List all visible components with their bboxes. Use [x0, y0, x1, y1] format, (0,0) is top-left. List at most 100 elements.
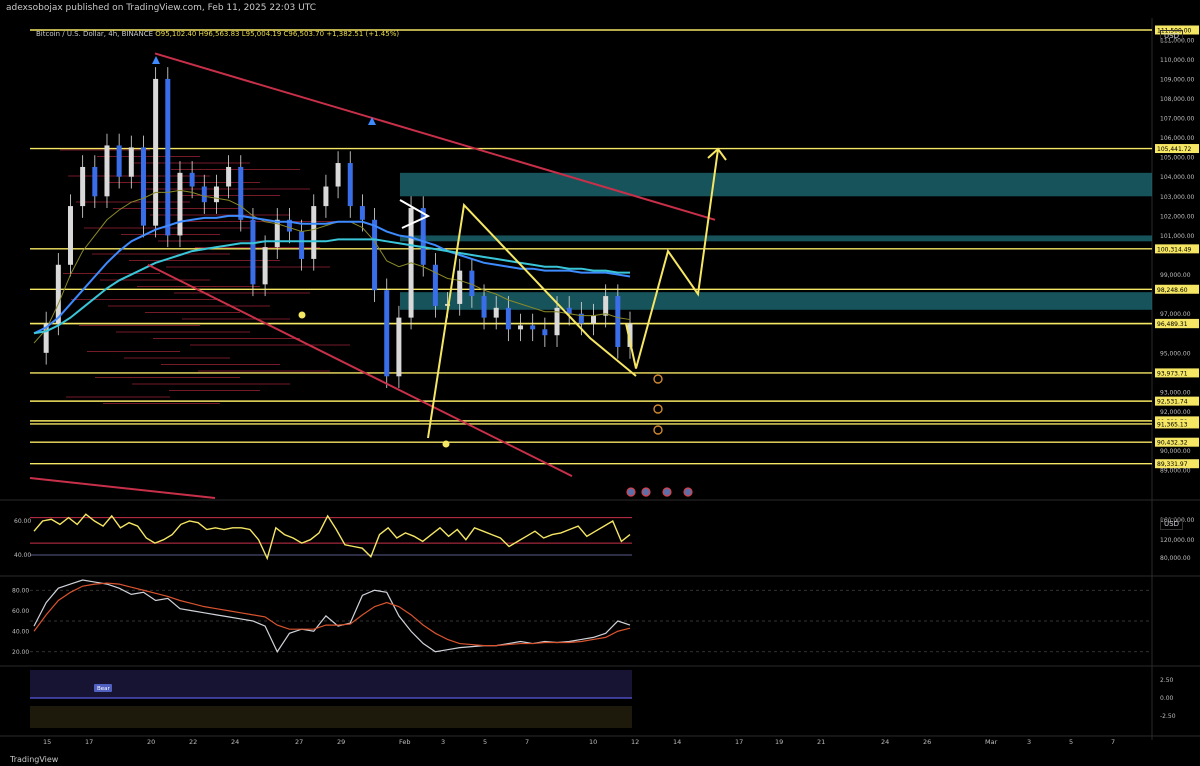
time-tick-17: 24 [881, 738, 889, 746]
level-label-7: 92,531.74 [1157, 399, 1188, 406]
peak-marker-triangle [152, 56, 160, 64]
currency-button-lower[interactable]: USD [1160, 518, 1183, 530]
time-tick-8: 3 [441, 738, 445, 746]
chart-frame[interactable]: 111,500.00 105,441.72 100,314.49 98,248.60 9… [0, 14, 1200, 754]
price-tick-13: 95,000.00 [1160, 350, 1191, 357]
candle [226, 166, 232, 187]
candle [189, 172, 195, 187]
time-tick-21: 5 [1069, 738, 1073, 746]
bear-label: Bear [97, 686, 111, 692]
change-value: +1,382.51 (+1.45%) [326, 30, 400, 38]
candle [384, 290, 390, 377]
candle [457, 270, 463, 304]
indicator1-left-tick-1: 40.00 [14, 552, 31, 559]
candle [92, 166, 98, 197]
time-tick-12: 12 [631, 738, 639, 746]
price-tick-15: 92,000.00 [1160, 409, 1191, 416]
price-tick-4: 107,000.00 [1160, 116, 1195, 123]
candle [104, 145, 110, 197]
level-label-3: 98,248.60 [1157, 287, 1188, 294]
candle [481, 296, 487, 318]
indicator2-tick-2: 40.00 [12, 628, 29, 635]
price-tick-17: 89,000.00 [1160, 468, 1191, 475]
candle [128, 147, 134, 177]
close-value: C96,503.70 [283, 30, 325, 38]
indicator2-line-0 [33, 579, 631, 653]
candle [615, 296, 621, 347]
candle [432, 264, 438, 306]
candle [603, 296, 609, 316]
time-tick-13: 14 [673, 738, 681, 746]
time-tick-20: 3 [1027, 738, 1031, 746]
event-icon-1 [641, 487, 651, 497]
trendline-lower-left [29, 477, 216, 499]
target-circle-1 [653, 404, 663, 414]
time-tick-22: 7 [1111, 738, 1115, 746]
time-tick-11: 10 [589, 738, 597, 746]
level-label-2: 100,314.49 [1157, 246, 1192, 253]
price-tick-1: 110,000.00 [1160, 57, 1195, 64]
candle [201, 186, 207, 203]
candle [153, 78, 159, 226]
indicator1-left-tick-0: 60.00 [14, 518, 31, 525]
indicator3-tick-0: 2.50 [1160, 677, 1174, 684]
indicator1-line [33, 513, 631, 561]
candle [177, 172, 183, 236]
indicator2-line-1 [33, 582, 631, 647]
candle [140, 147, 146, 226]
signal-dot [442, 440, 450, 448]
tradingview-logo: TradingView [10, 755, 59, 764]
candle [396, 317, 402, 377]
time-tick-0: 15 [43, 738, 51, 746]
candle [505, 307, 511, 330]
time-tick-4: 24 [231, 738, 239, 746]
time-tick-5: 27 [295, 738, 303, 746]
candle [372, 219, 378, 291]
symbol-name: Bitcoin / U.S. Dollar, 4h, BINANCE [36, 30, 154, 38]
time-tick-10: 7 [525, 738, 529, 746]
level-label-9: 91,365.13 [1157, 421, 1188, 428]
indicator3-bear-area [30, 670, 632, 698]
candle [359, 206, 365, 220]
level-label-5: 96,489.31 [1157, 321, 1188, 328]
time-tick-14: 17 [735, 738, 743, 746]
low-value: L95,004.19 [241, 30, 282, 38]
chart-canvas[interactable]: 111,500.00105,441.72100,314.4998,248.609… [0, 14, 1200, 754]
candle [542, 329, 548, 336]
time-tick-1: 17 [85, 738, 93, 746]
price-tick-10: 101,000.00 [1160, 233, 1195, 240]
high-value: H96,563.83 [198, 30, 240, 38]
time-tick-16: 21 [817, 738, 825, 746]
footer: TradingView [0, 754, 1200, 766]
indicator1-right-tick-2: 80,000.00 [1160, 555, 1191, 562]
price-tick-5: 106,000.00 [1160, 135, 1195, 142]
support-resistance-zone-0 [400, 172, 1152, 197]
symbol-legend: Bitcoin / U.S. Dollar, 4h, BINANCE O95,1… [36, 30, 399, 38]
candle [493, 307, 499, 318]
time-tick-2: 20 [147, 738, 155, 746]
candle [299, 231, 305, 259]
candle [347, 163, 353, 207]
candle [80, 166, 86, 207]
event-icon-3 [683, 487, 693, 497]
support-resistance-zone-1 [400, 235, 1152, 242]
candle [530, 325, 536, 330]
candle [165, 78, 171, 236]
time-tick-7: Feb [399, 738, 411, 746]
time-tick-3: 22 [189, 738, 197, 746]
candle [116, 145, 122, 177]
price-tick-3: 108,000.00 [1160, 96, 1195, 103]
target-circle-2 [653, 425, 663, 435]
price-tick-2: 109,000.00 [1160, 76, 1195, 83]
indicator3-bull-area [30, 706, 632, 728]
target-circle-0 [653, 374, 663, 384]
candle [213, 186, 219, 203]
indicator2-tick-3: 20.00 [12, 649, 29, 656]
price-tick-12: 97,000.00 [1160, 311, 1191, 318]
candle [335, 163, 341, 187]
price-tick-14: 93,000.00 [1160, 389, 1191, 396]
candle [311, 206, 317, 259]
indicator2-tick-1: 60.00 [12, 608, 29, 615]
price-tick-8: 103,000.00 [1160, 194, 1195, 201]
currency-button[interactable]: USD [1160, 30, 1183, 42]
